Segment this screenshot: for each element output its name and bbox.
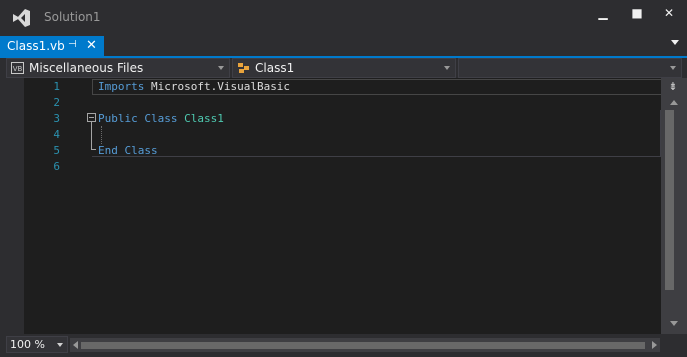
class-dropdown-value: Class1 bbox=[255, 61, 295, 75]
member-dropdown[interactable] bbox=[458, 58, 682, 78]
zoom-dropdown[interactable]: 100 % bbox=[6, 336, 68, 353]
svg-text:VB: VB bbox=[13, 65, 23, 73]
scroll-right-icon[interactable] bbox=[652, 341, 657, 349]
class-icon bbox=[238, 63, 249, 73]
line-number: 1 bbox=[53, 80, 60, 93]
line-number: 5 bbox=[53, 144, 60, 157]
scroll-up-icon[interactable] bbox=[670, 100, 678, 105]
code-editor[interactable]: 1 2 3 4 5 6 Imports Microsoft.VisualBasi… bbox=[0, 78, 662, 334]
class-dropdown[interactable]: Class1 bbox=[232, 58, 456, 78]
chevron-down-icon bbox=[218, 66, 224, 70]
line-number: 4 bbox=[53, 128, 60, 141]
chevron-down-icon bbox=[444, 66, 450, 70]
line-number: 6 bbox=[53, 160, 60, 173]
chevron-down-icon bbox=[57, 343, 63, 347]
outline-end bbox=[91, 149, 96, 150]
keyword-end-class: End Class bbox=[98, 144, 158, 157]
horizontal-scrollbar[interactable] bbox=[70, 338, 660, 352]
code-line-1: Imports Microsoft.VisualBasic bbox=[98, 80, 290, 93]
collapse-outline-icon[interactable] bbox=[87, 113, 96, 122]
vertical-scrollbar[interactable]: ⇟ bbox=[661, 78, 687, 334]
horizontal-scroll-thumb[interactable] bbox=[81, 342, 645, 349]
outline-guide bbox=[91, 122, 92, 150]
split-window-icon[interactable]: ⇟ bbox=[666, 80, 680, 94]
title-bar: Solution1 ▁ ■ ✕ bbox=[0, 0, 687, 34]
editor-bottom-bar: 100 % bbox=[0, 334, 687, 357]
keyword-public-class: Public Class bbox=[98, 112, 178, 125]
close-tab-icon[interactable]: ✕ bbox=[86, 38, 97, 53]
vb-file-icon: VB bbox=[11, 62, 24, 74]
minimize-button[interactable]: ▁ bbox=[592, 6, 614, 26]
zoom-value: 100 % bbox=[10, 338, 45, 351]
tab-overflow-dropdown-icon[interactable] bbox=[671, 40, 679, 45]
project-dropdown-value: Miscellaneous Files bbox=[29, 61, 144, 75]
window-title: Solution1 bbox=[44, 10, 101, 24]
visual-studio-logo-icon bbox=[13, 9, 30, 27]
pin-tab-icon[interactable]: ⊣ bbox=[68, 39, 77, 50]
indent-guide bbox=[101, 126, 102, 144]
scroll-left-icon[interactable] bbox=[73, 341, 78, 349]
line-number: 2 bbox=[53, 96, 60, 109]
scroll-down-icon[interactable] bbox=[670, 321, 678, 326]
vertical-scroll-thumb[interactable] bbox=[665, 110, 674, 290]
indicator-margin bbox=[0, 78, 24, 334]
tab-class1-vb[interactable]: Class1.vb ⊣ ✕ bbox=[0, 36, 104, 56]
namespace-name: Microsoft.VisualBasic bbox=[144, 80, 291, 93]
class-name: Class1 bbox=[177, 112, 224, 125]
keyword-imports: Imports bbox=[98, 80, 145, 93]
navigation-bar: VB Miscellaneous Files Class1 bbox=[0, 58, 687, 78]
project-dropdown[interactable]: VB Miscellaneous Files bbox=[6, 58, 230, 78]
code-line-3: Public Class Class1 bbox=[98, 112, 224, 125]
chevron-down-icon bbox=[670, 66, 676, 70]
line-number: 3 bbox=[53, 112, 60, 125]
tab-label: Class1.vb bbox=[7, 39, 65, 53]
close-window-button[interactable]: ✕ bbox=[658, 6, 680, 26]
code-line-5: End Class bbox=[98, 144, 158, 157]
document-tab-strip: Class1.vb ⊣ ✕ bbox=[0, 34, 687, 58]
maximize-button[interactable]: ■ bbox=[626, 6, 648, 26]
